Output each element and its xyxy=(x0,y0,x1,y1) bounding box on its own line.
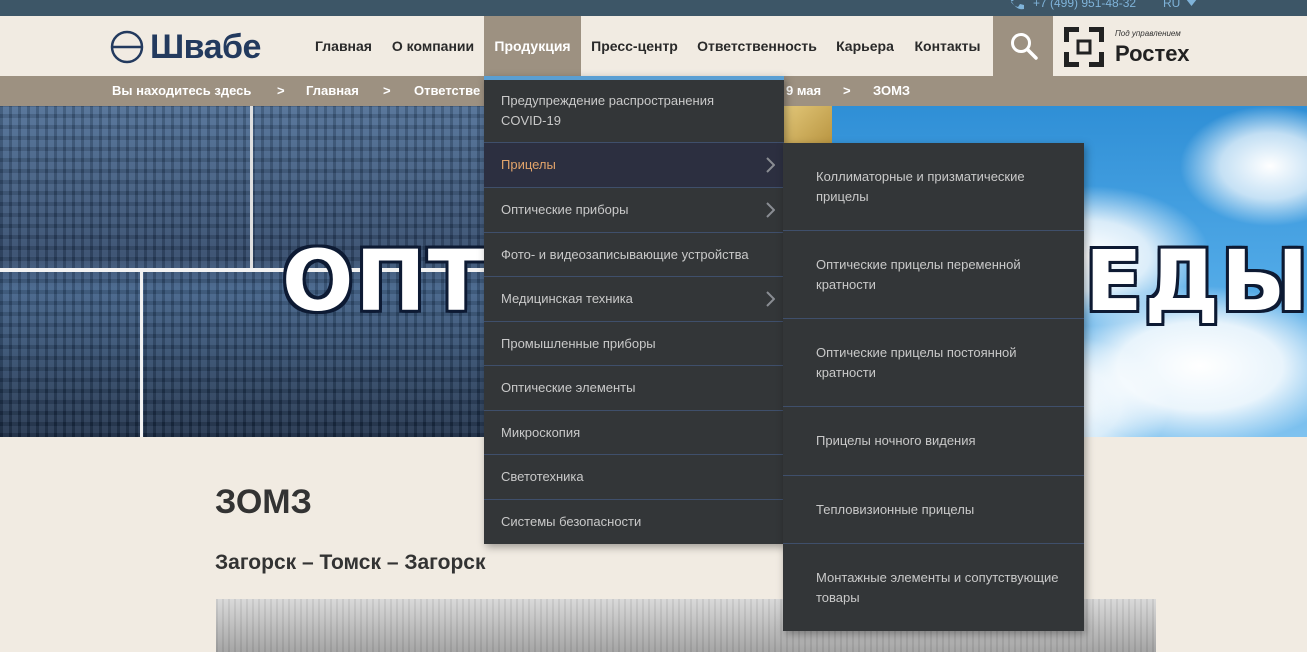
submenu-item-fixed-zoom[interactable]: Оптические прицелы постоянной кратности xyxy=(783,319,1084,407)
rostec-name: Ростех xyxy=(1115,41,1190,66)
menu-item-security[interactable]: Системы безопасности xyxy=(484,500,784,544)
products-dropdown: Предупреждение распространения COVID-19 … xyxy=(484,76,784,544)
menu-item-photo-video[interactable]: Фото- и видеозаписывающие устройства xyxy=(484,233,784,277)
menu-item-label: Промышленные приборы xyxy=(501,335,656,351)
submenu-item-thermal[interactable]: Тепловизионные прицелы xyxy=(783,476,1084,544)
logo-text: Швабе xyxy=(150,28,261,66)
breadcrumb-current: ЗОМЗ xyxy=(873,83,911,98)
menu-item-lighting[interactable]: Светотехника xyxy=(484,455,784,500)
menu-item-optical-elements[interactable]: Оптические элементы xyxy=(484,366,784,411)
language-selector[interactable]: RU xyxy=(1163,0,1180,10)
menu-item-industrial[interactable]: Промышленные приборы xyxy=(484,322,784,366)
nav-about[interactable]: О компании xyxy=(383,16,483,76)
nav-press-center[interactable]: Пресс-центр xyxy=(582,16,687,76)
hero-title-right: ЕДЫ xyxy=(1085,232,1307,330)
menu-item-label: Оптические элементы xyxy=(501,380,636,395)
photo-divider xyxy=(250,106,253,268)
submenu-item-mounts[interactable]: Монтажные элементы и сопутствующие товар… xyxy=(783,544,1084,631)
nav-home[interactable]: Главная xyxy=(305,16,382,76)
breadcrumb-separator: > xyxy=(843,83,851,98)
submenu-item-label: Тепловизионные прицелы xyxy=(816,501,975,517)
menu-item-medical[interactable]: Медицинская техника xyxy=(484,277,784,322)
rostec-logo[interactable]: Под управлением Ростех xyxy=(1064,26,1204,68)
search-button[interactable] xyxy=(993,16,1053,76)
search-icon xyxy=(1011,33,1038,60)
submenu-item-label: Прицелы ночного видения xyxy=(816,433,976,448)
breadcrumb-item[interactable]: 9 мая xyxy=(786,76,821,106)
rostec-caption: Под управлением xyxy=(1115,29,1181,38)
nav-products[interactable]: Продукция xyxy=(484,16,581,76)
phone-number[interactable]: +7 (499) 951-48-32 xyxy=(1033,0,1136,10)
logo[interactable]: Швабе xyxy=(110,27,282,67)
submenu-item-label: Оптические прицелы переменной кратности xyxy=(816,256,1021,292)
breadcrumb-separator: > xyxy=(277,83,285,98)
menu-item-label: Медицинская техника xyxy=(501,291,633,306)
nav-contacts[interactable]: Контакты xyxy=(904,16,991,76)
submenu-item-label: Коллиматорные и призматические прицелы xyxy=(816,168,1025,204)
menu-item-label: Предупреждение распространения COVID-19 xyxy=(501,93,715,128)
chevron-right-icon xyxy=(766,291,775,307)
submenu-item-night-vision[interactable]: Прицелы ночного видения xyxy=(783,407,1084,476)
nav-career[interactable]: Карьера xyxy=(827,16,903,76)
page-title: ЗОМЗ xyxy=(215,483,312,521)
menu-item-label: Светотехника xyxy=(501,469,584,484)
breadcrumb-item[interactable]: Главная xyxy=(306,76,359,106)
menu-item-microscopy[interactable]: Микроскопия xyxy=(484,411,784,455)
menu-item-label: Прицелы xyxy=(501,157,556,172)
hero-ribbon-decoration xyxy=(782,106,832,146)
submenu-item-variable-zoom[interactable]: Оптические прицелы переменной кратности xyxy=(783,231,1084,319)
site-header: Швабе Главная О компании Продукция Пресс… xyxy=(0,16,1307,76)
menu-item-label: Фото- и видеозаписывающие устройства xyxy=(501,246,749,262)
nav-responsibility[interactable]: Ответственность xyxy=(688,16,826,76)
caret-down-icon[interactable] xyxy=(1186,0,1197,6)
menu-item-covid[interactable]: Предупреждение распространения COVID-19 xyxy=(484,80,784,143)
menu-item-label: Системы безопасности xyxy=(501,514,642,529)
phone-icon xyxy=(1010,0,1024,10)
photo-divider xyxy=(140,272,143,437)
submenu-item-collimator[interactable]: Коллиматорные и призматические прицелы xyxy=(783,143,1084,231)
rostec-icon xyxy=(1064,27,1104,67)
menu-item-label: Оптические приборы xyxy=(501,202,629,217)
submenu-item-label: Оптические прицелы постоянной кратности xyxy=(816,344,1017,380)
breadcrumb-prefix: Вы находитесь здесь xyxy=(112,83,252,98)
menu-item-label: Микроскопия xyxy=(501,424,581,440)
breadcrumb-item[interactable]: Ответстве xyxy=(414,76,480,106)
page-subtitle: Загорск – Томск – Загорск xyxy=(215,551,486,574)
menu-item-sights[interactable]: Прицелы xyxy=(484,143,784,188)
sights-submenu: Коллиматорные и призматические прицелы О… xyxy=(783,143,1084,631)
breadcrumb-separator: > xyxy=(383,83,391,98)
logo-icon xyxy=(110,30,144,64)
submenu-item-label: Монтажные элементы и сопутствующие товар… xyxy=(816,569,1059,605)
menu-item-optical-devices[interactable]: Оптические приборы xyxy=(484,188,784,233)
chevron-right-icon xyxy=(766,202,775,218)
top-strip: +7 (499) 951-48-32 RU xyxy=(0,0,1307,16)
chevron-right-icon xyxy=(766,157,775,173)
